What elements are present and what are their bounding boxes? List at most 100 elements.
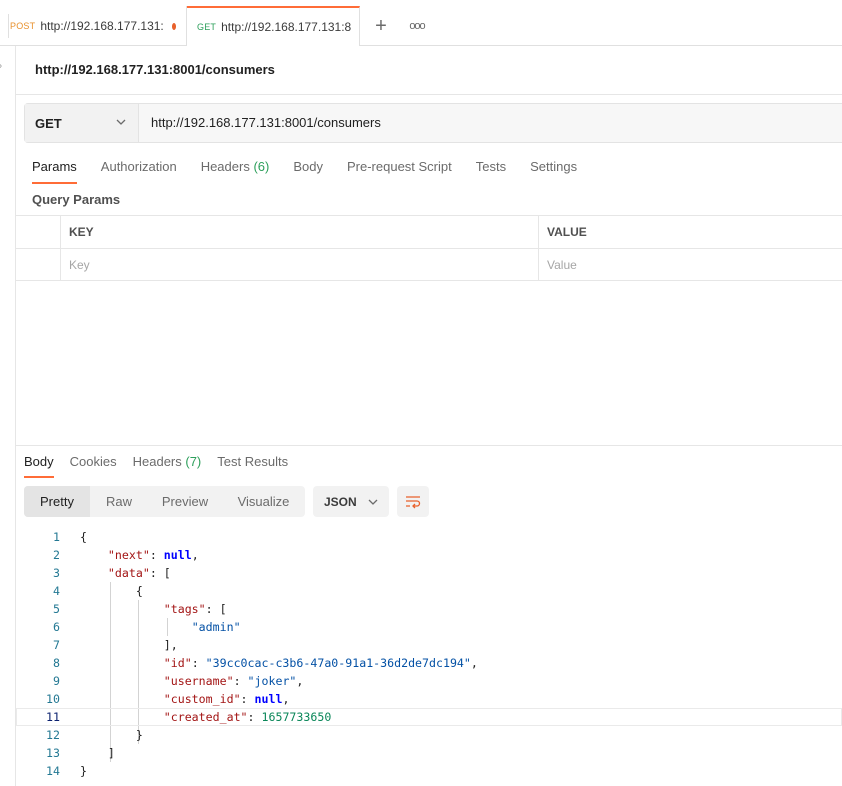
divider <box>16 94 842 95</box>
tab-prerequest-script[interactable]: Pre-request Script <box>347 157 452 184</box>
tab-authorization[interactable]: Authorization <box>101 157 177 184</box>
json-token: : <box>149 548 164 562</box>
code-text: "data": [ <box>80 564 171 582</box>
code-text: } <box>80 726 143 744</box>
json-token: ], <box>163 638 178 652</box>
sidebar-collapse-indicator[interactable]: ° <box>0 64 2 75</box>
line-number: 7 <box>53 638 60 652</box>
tab-post-request[interactable]: POST http://192.168.177.131: <box>0 6 187 46</box>
tab-response-body[interactable]: Body <box>24 453 54 478</box>
request-tab-bar: POST http://192.168.177.131: GET http://… <box>0 6 842 47</box>
tab-tests[interactable]: Tests <box>476 157 506 184</box>
tab-settings[interactable]: Settings <box>530 157 577 184</box>
line-number: 9 <box>53 674 60 688</box>
request-title[interactable]: http://192.168.177.131:8001/consumers <box>35 62 275 77</box>
unsaved-dot-icon <box>171 22 176 30</box>
json-token: { <box>80 530 87 544</box>
left-sidebar-strip: ° <box>0 46 16 786</box>
line-number: 14 <box>46 764 60 778</box>
code-text: "username": "joker", <box>80 672 304 690</box>
line-number: 5 <box>53 602 60 616</box>
json-token: "joker" <box>247 674 297 688</box>
code-line: 12 } <box>16 726 842 744</box>
response-body-viewer[interactable]: 1{2 "next": null, 3 "data": [4 {5 "tags":… <box>16 528 842 780</box>
json-token: } <box>80 764 87 778</box>
json-token: "created_at" <box>163 710 248 724</box>
view-mode-group: Pretty Raw Preview Visualize <box>24 486 305 517</box>
key-input[interactable]: Key <box>61 249 539 281</box>
tab-method: POST <box>10 21 36 31</box>
code-line: 6 "admin" <box>16 618 842 636</box>
json-token: null <box>254 692 283 706</box>
tab-body[interactable]: Body <box>293 157 323 184</box>
raw-button[interactable]: Raw <box>90 486 148 517</box>
json-token: 1657733650 <box>261 710 332 724</box>
code-line: 4 { <box>16 582 842 600</box>
json-token: "username" <box>163 674 234 688</box>
wrap-lines-icon <box>406 495 421 508</box>
method-value: GET <box>35 115 62 131</box>
visualize-button[interactable]: Visualize <box>222 486 305 517</box>
table-header-row: KEY VALUE <box>16 215 842 248</box>
code-line: 13 ] <box>16 744 842 762</box>
code-text: "tags": [ <box>80 600 227 618</box>
tab-headers-label: Headers <box>200 159 250 174</box>
json-token: "39cc0cac-c3b6-47a0-91a1-36d2de7dc194" <box>205 656 471 670</box>
json-token: null <box>163 548 192 562</box>
code-line: 11 "created_at": 1657733650 <box>16 708 842 726</box>
pretty-button[interactable]: Pretty <box>24 486 90 517</box>
code-line: 2 "next": null, <box>16 546 842 564</box>
code-text: "admin" <box>80 618 241 636</box>
checkbox-column-header <box>16 216 61 248</box>
headers-count: (6) <box>253 159 270 174</box>
line-number: 1 <box>53 530 60 544</box>
tab-method: GET <box>197 22 217 32</box>
line-number: 11 <box>46 710 60 724</box>
chevron-down-icon <box>116 119 126 125</box>
json-token: , <box>191 548 199 562</box>
json-token: "next" <box>107 548 150 562</box>
row-checkbox-cell <box>16 249 61 281</box>
preview-button[interactable]: Preview <box>148 486 222 517</box>
tab-get-request[interactable]: GET http://192.168.177.131:8 <box>187 6 360 47</box>
json-token: "data" <box>107 566 150 580</box>
json-token: "id" <box>163 656 192 670</box>
tab-url: http://192.168.177.131:8 <box>221 20 352 34</box>
code-text: { <box>80 528 87 546</box>
line-number: 12 <box>46 728 60 742</box>
code-line: 9 "username": "joker", <box>16 672 842 690</box>
code-line: 7 ], <box>16 636 842 654</box>
format-value: JSON <box>324 494 357 509</box>
more-tabs-icon[interactable]: ooo <box>404 12 430 40</box>
tab-response-headers-label: Headers <box>132 454 182 469</box>
tab-cookies[interactable]: Cookies <box>70 453 117 478</box>
query-params-table: KEY VALUE Key Value <box>16 215 842 281</box>
value-column-header: VALUE <box>547 225 587 239</box>
tab-params[interactable]: Params <box>32 157 77 184</box>
code-line: 10 "custom_id": null, <box>16 690 842 708</box>
json-token: : <box>247 710 262 724</box>
code-line: 1{ <box>16 528 842 546</box>
code-line: 5 "tags": [ <box>16 600 842 618</box>
code-text: ], <box>80 636 178 654</box>
format-select[interactable]: JSON <box>313 486 389 517</box>
tab-test-results[interactable]: Test Results <box>217 453 288 478</box>
tab-headers[interactable]: Headers (6) <box>201 157 270 184</box>
method-select[interactable]: GET <box>25 104 139 142</box>
code-text: "custom_id": null, <box>80 690 290 708</box>
chevron-down-icon <box>368 499 378 505</box>
query-params-label: Query Params <box>32 192 121 207</box>
tab-url: http://192.168.177.131: <box>40 19 164 33</box>
new-tab-button[interactable]: + <box>368 12 394 40</box>
url-input[interactable]: http://192.168.177.131:8001/consumers <box>151 115 381 130</box>
tab-response-headers[interactable]: Headers (7) <box>133 453 202 478</box>
json-token: "admin" <box>191 620 241 634</box>
value-input[interactable]: Value <box>539 249 842 281</box>
json-token: : <box>191 656 206 670</box>
code-text: "id": "39cc0cac-c3b6-47a0-91a1-36d2de7dc… <box>80 654 478 672</box>
json-token: "custom_id" <box>163 692 241 706</box>
code-text: { <box>80 582 143 600</box>
wrap-lines-button[interactable] <box>397 486 429 517</box>
pane-divider[interactable] <box>16 445 842 446</box>
json-token: { <box>135 584 143 598</box>
